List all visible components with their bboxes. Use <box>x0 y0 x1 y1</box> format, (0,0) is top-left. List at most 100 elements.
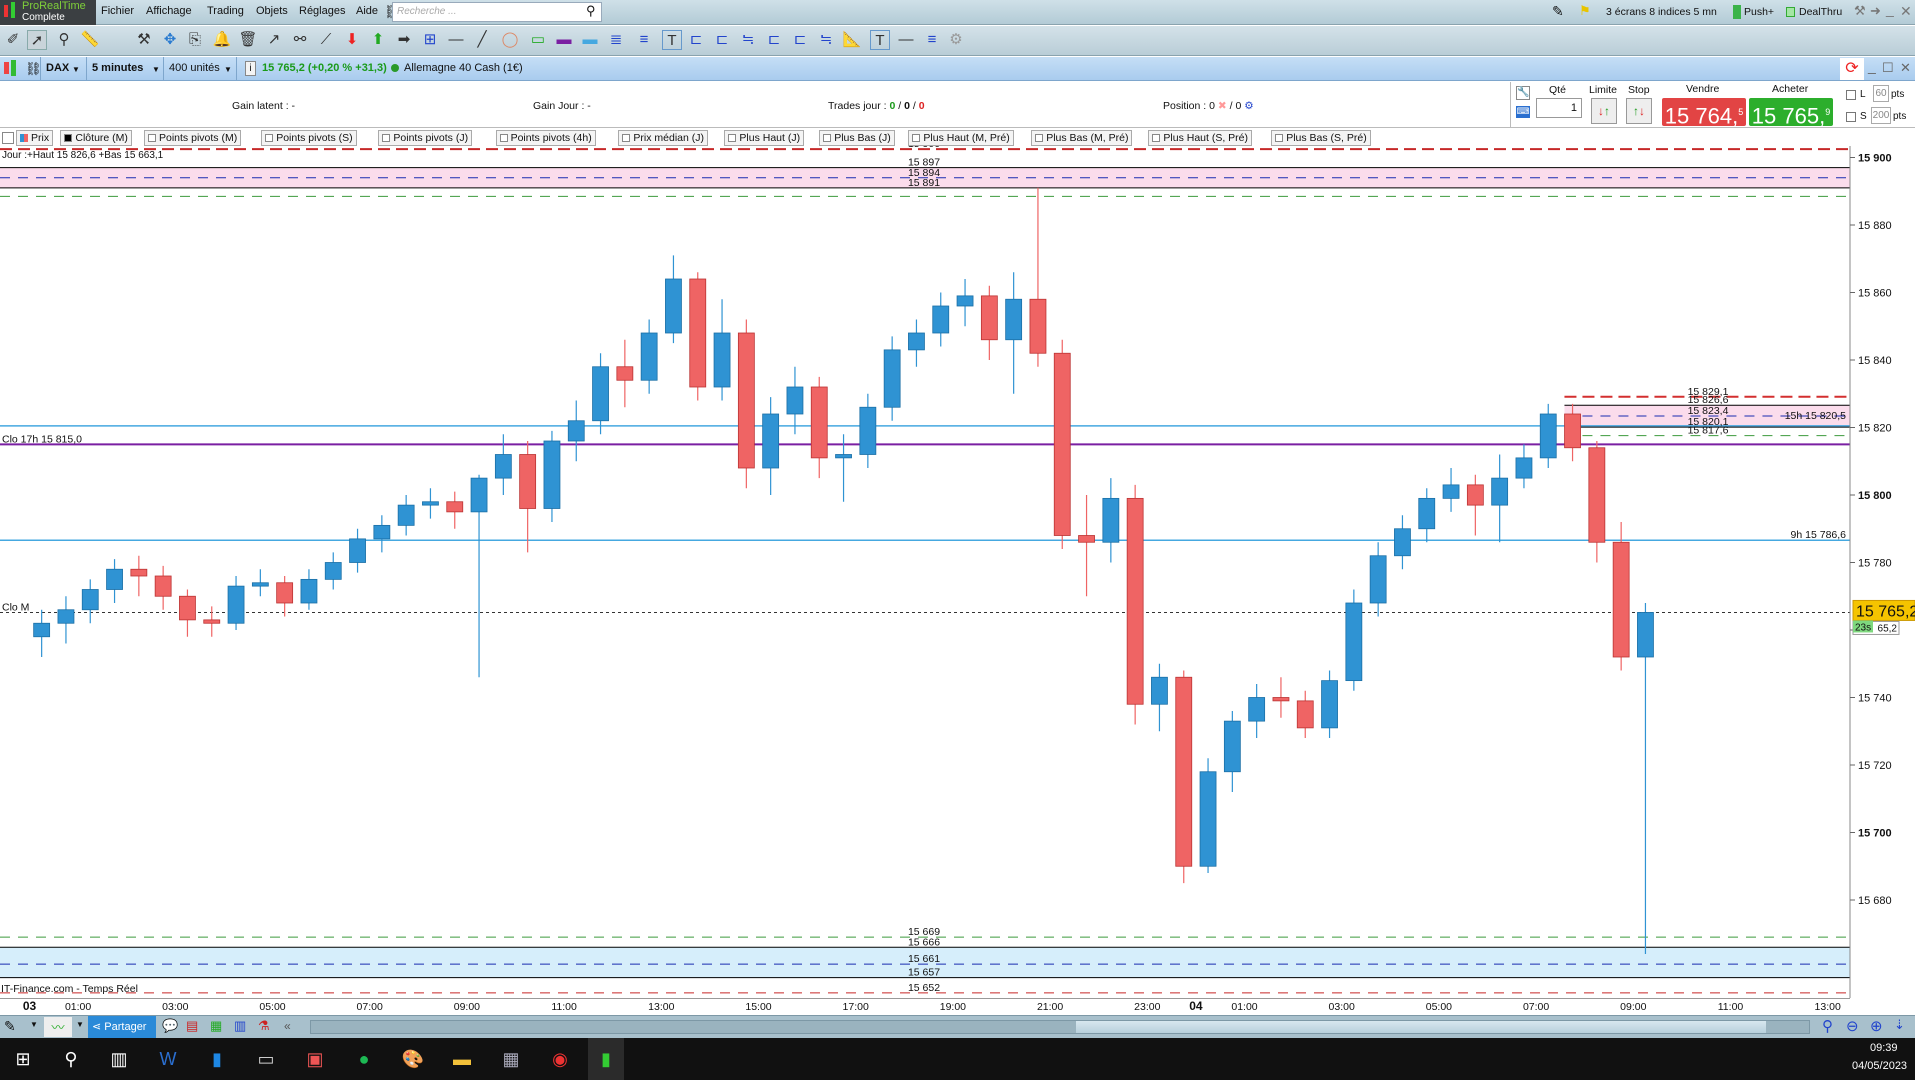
sell-button[interactable]: 15 764,5 <box>1662 98 1746 128</box>
legend-item[interactable]: Points pivots (S) <box>261 130 357 146</box>
menu-objets[interactable]: Objets <box>256 5 288 17</box>
app-icon[interactable]: ▮ <box>204 1047 230 1071</box>
checkbox[interactable] <box>622 134 631 142</box>
task-view-icon[interactable]: ▥ <box>106 1047 132 1071</box>
delete-all-icon[interactable]: ⚙ <box>946 30 966 50</box>
segment-tool-icon[interactable]: ⚯ <box>290 30 310 50</box>
chevron-down-icon[interactable]: ▼ <box>224 65 232 74</box>
checkbox[interactable] <box>1275 134 1284 142</box>
pencil-icon[interactable]: ✎ <box>1552 3 1564 20</box>
menu-fichier[interactable]: Fichier <box>101 5 134 17</box>
legend-item[interactable]: Points pivots (M) <box>144 130 242 146</box>
alert-bell-icon[interactable]: 🔔 <box>212 30 232 50</box>
comment-icon[interactable]: 💬 <box>162 1018 178 1034</box>
legend-item[interactable]: Plus Haut (M, Pré) <box>908 130 1014 146</box>
compare-icon[interactable]: ▥ <box>234 1018 246 1034</box>
chevron-down-icon[interactable]: ▼ <box>30 1020 38 1029</box>
keyboard-icon[interactable]: ⌨ <box>1516 106 1530 118</box>
report-icon[interactable]: ▤ <box>186 1018 198 1034</box>
dealthru-button[interactable]: DealThru <box>1799 6 1842 18</box>
zone-tool-icon[interactable]: ⊏ <box>712 30 732 50</box>
menu-reglages[interactable]: Réglages <box>299 5 345 17</box>
share-button[interactable]: ⋖ Partager <box>88 1016 156 1038</box>
scrollbar-thumb[interactable] <box>1076 1021 1766 1033</box>
long-checkbox[interactable] <box>1846 90 1856 100</box>
checkbox[interactable] <box>148 134 156 142</box>
ruler-icon[interactable]: 📏 <box>80 30 100 50</box>
legend-item[interactable]: Plus Bas (M, Pré) <box>1031 130 1133 146</box>
maximize-icon[interactable]: ☐ <box>1882 60 1894 76</box>
auto-zoom-icon[interactable]: ⚲ <box>1822 1017 1833 1035</box>
store-icon[interactable]: ▣ <box>302 1047 328 1071</box>
chart-type-icon[interactable] <box>4 62 9 74</box>
minimize-icon[interactable]: _ <box>1886 1 1894 17</box>
timeframe-selector[interactable]: 5 minutes <box>92 62 143 74</box>
workspace-selector[interactable]: 3 écrans 8 indices 5 mn <box>1606 6 1717 18</box>
add-indicator-icon[interactable] <box>2 132 14 144</box>
right-arrow-icon[interactable]: ➡ <box>394 30 414 50</box>
copy-icon[interactable]: ⎘ <box>185 30 205 50</box>
horizontal-line-icon[interactable]: — <box>446 30 466 50</box>
qty-input[interactable]: 1 <box>1536 98 1582 118</box>
backtest-icon[interactable]: ⚗ <box>258 1018 270 1034</box>
legend-item[interactable]: Clôture (M) <box>60 130 132 146</box>
word-icon[interactable]: W <box>155 1047 181 1071</box>
legend-item[interactable]: Prix médian (J) <box>618 130 708 146</box>
short-checkbox[interactable] <box>1846 112 1856 122</box>
checkbox[interactable] <box>265 134 274 142</box>
legend-item[interactable]: Plus Bas (S, Pré) <box>1271 130 1371 146</box>
zoom-in-icon[interactable]: ⊕ <box>1870 1017 1883 1035</box>
chevron-down-icon[interactable]: ▼ <box>72 65 80 74</box>
checkbox[interactable] <box>382 134 391 142</box>
indicators-icon[interactable]: 〰 <box>44 1017 72 1037</box>
fibonacci-icon[interactable]: ≡ <box>922 30 942 50</box>
delete-icon[interactable]: 🗑 <box>238 30 258 50</box>
rectangle-icon[interactable]: ▭ <box>528 30 548 50</box>
zone-tool-icon[interactable]: ⊏ <box>764 30 784 50</box>
cursor-icon[interactable]: ➚ <box>27 30 47 50</box>
spotify-icon[interactable]: ● <box>351 1047 377 1071</box>
search-icon[interactable]: ⚲ <box>58 1047 84 1071</box>
zoom-icon[interactable]: ⚲ <box>54 30 74 50</box>
wrench-icon[interactable]: 🔧 <box>1516 86 1530 100</box>
minimize-icon[interactable]: _ <box>1868 58 1876 74</box>
orderbook-icon[interactable]: ▦ <box>210 1018 222 1034</box>
file-explorer-icon[interactable]: ▬ <box>449 1047 475 1071</box>
calculator-icon[interactable]: ▦ <box>498 1047 524 1071</box>
close-icon[interactable]: ✕ <box>1900 60 1911 76</box>
price-color-icon[interactable] <box>20 134 28 142</box>
ticker-selector[interactable]: DAX <box>46 62 69 74</box>
move-icon[interactable]: ✥ <box>160 30 180 50</box>
legend-item[interactable]: Prix <box>16 130 54 146</box>
legend-item[interactable]: Points pivots (4h) <box>495 130 596 146</box>
trendline-icon[interactable]: ╱ <box>472 30 492 50</box>
legend-item[interactable]: Plus Bas (J) <box>819 130 895 146</box>
menu-aide[interactable]: Aide <box>356 5 378 17</box>
pencil-icon[interactable]: ✎ <box>4 1018 16 1035</box>
flag-icon[interactable]: ⚑ <box>1579 3 1591 19</box>
buy-arrow-icon[interactable]: ⬆ <box>368 30 388 50</box>
chevron-down-icon[interactable]: ▼ <box>76 1020 84 1029</box>
sell-arrow-icon[interactable]: ⬇ <box>342 30 362 50</box>
search-input[interactable]: Recherche ... <box>392 2 602 22</box>
zone-tool-icon[interactable]: ⊏ <box>790 30 810 50</box>
buy-button[interactable]: 15 765,9 <box>1749 98 1833 128</box>
paint-icon[interactable]: 🎨 <box>400 1047 426 1071</box>
fibonacci-icon[interactable]: ≒ <box>738 30 758 50</box>
price-chart[interactable]: 15 90015 89715 89415 89115 66915 66615 6… <box>0 146 1915 998</box>
fibonacci-icon[interactable]: ≣ <box>606 30 626 50</box>
long-points-input[interactable]: 60 <box>1873 85 1889 102</box>
stop-order-button[interactable]: ↑↓ <box>1626 98 1652 124</box>
chrome-icon[interactable]: ◉ <box>547 1047 573 1071</box>
checkbox[interactable] <box>823 134 832 142</box>
checkbox[interactable] <box>64 134 73 142</box>
arrow-tool-icon[interactable]: ↗ <box>264 30 284 50</box>
checkbox[interactable] <box>728 134 737 142</box>
legend-item[interactable]: Plus Haut (S, Pré) <box>1148 130 1253 146</box>
search-icon[interactable]: ⚲ <box>586 3 596 19</box>
pencil-icon[interactable]: ✐ <box>3 30 23 50</box>
scroll-to-end-icon[interactable]: ⇣ <box>1894 1017 1905 1033</box>
pin-icon[interactable]: ➜ <box>1870 3 1881 19</box>
line-tool-icon[interactable]: ⟋ <box>316 30 336 50</box>
windows-start-icon[interactable]: ⊞ <box>10 1047 36 1071</box>
